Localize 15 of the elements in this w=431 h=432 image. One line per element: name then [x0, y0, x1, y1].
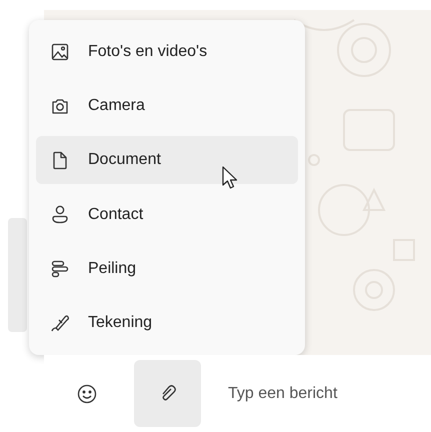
person-icon [51, 205, 69, 224]
message-field[interactable]: Typ een bericht [228, 384, 398, 402]
bars-icon [51, 260, 69, 278]
image-icon [51, 43, 69, 61]
cursor-icon [222, 166, 238, 190]
smiley-icon[interactable] [77, 384, 97, 404]
menu-item[interactable]: Foto's en video's [36, 28, 298, 76]
menu-item[interactable]: Tekening [36, 298, 298, 347]
document-icon [52, 150, 68, 170]
menu-item[interactable]: Peiling [36, 244, 298, 293]
menu-item[interactable]: Contact [36, 190, 298, 239]
pen-icon [50, 312, 70, 333]
menu-item[interactable]: Document [36, 136, 298, 184]
menu-item[interactable]: Camera [36, 82, 298, 130]
camera-icon [51, 97, 69, 116]
